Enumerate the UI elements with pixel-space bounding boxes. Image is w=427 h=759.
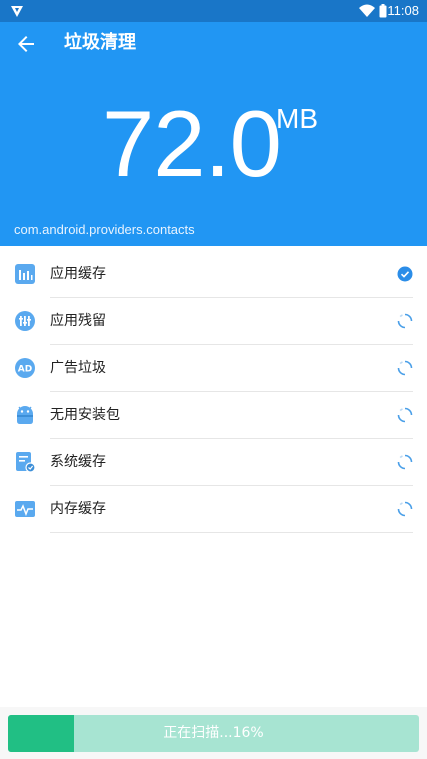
junk-size: 72.0 MB xyxy=(0,94,427,194)
system-cache-icon xyxy=(16,452,36,473)
bottom-bar: 正在扫描...16% xyxy=(0,707,427,759)
list-item-memory-cache[interactable]: 内存缓存 xyxy=(0,486,427,533)
divider xyxy=(50,532,413,533)
scan-progress-button[interactable]: 正在扫描...16% xyxy=(8,715,419,752)
scanning-package-name: com.android.providers.contacts xyxy=(14,222,195,237)
junk-size-value: 72.0 xyxy=(102,91,282,196)
scanning-spinner-icon xyxy=(397,454,413,470)
category-label: 应用残留 xyxy=(50,313,106,329)
category-label: 应用缓存 xyxy=(50,266,106,282)
list-item-ad-junk[interactable]: AD 广告垃圾 xyxy=(0,345,427,392)
scanning-spinner-icon xyxy=(397,501,413,517)
svg-text:AD: AD xyxy=(18,365,32,375)
scanning-spinner-icon xyxy=(397,313,413,329)
scanning-spinner-icon xyxy=(397,407,413,423)
apk-package-icon xyxy=(17,406,33,424)
scan-progress-text: 正在扫描...16% xyxy=(163,725,264,741)
junk-size-unit: MB xyxy=(276,103,318,134)
back-arrow-icon[interactable] xyxy=(14,32,38,56)
list-item-system-cache[interactable]: 系统缓存 xyxy=(0,439,427,486)
app-badge-icon xyxy=(11,6,23,17)
memory-cache-icon xyxy=(15,501,35,517)
app-cache-icon xyxy=(15,264,35,284)
status-time: 11:08 xyxy=(387,3,419,18)
junk-category-list: 应用缓存 应用残留 AD 广告垃圾 无用安装包 系统缓存 内存缓存 xyxy=(0,251,427,533)
list-item-apk-package[interactable]: 无用安装包 xyxy=(0,392,427,439)
battery-icon xyxy=(379,4,387,18)
page-title: 垃圾清理 xyxy=(64,32,136,53)
scan-header: 垃圾清理 72.0 MB com.android.providers.conta… xyxy=(0,22,427,246)
ad-junk-icon: AD xyxy=(15,358,35,378)
check-done-icon xyxy=(397,266,413,282)
category-label: 广告垃圾 xyxy=(50,360,106,376)
list-item-app-residue[interactable]: 应用残留 xyxy=(0,298,427,345)
category-label: 系统缓存 xyxy=(50,454,106,470)
category-label: 无用安装包 xyxy=(50,407,120,423)
category-label: 内存缓存 xyxy=(50,501,106,517)
wifi-icon xyxy=(359,4,375,17)
app-residue-icon xyxy=(15,311,35,331)
scanning-spinner-icon xyxy=(397,360,413,376)
status-bar: 11:08 xyxy=(0,0,427,22)
list-item-app-cache[interactable]: 应用缓存 xyxy=(0,251,427,298)
